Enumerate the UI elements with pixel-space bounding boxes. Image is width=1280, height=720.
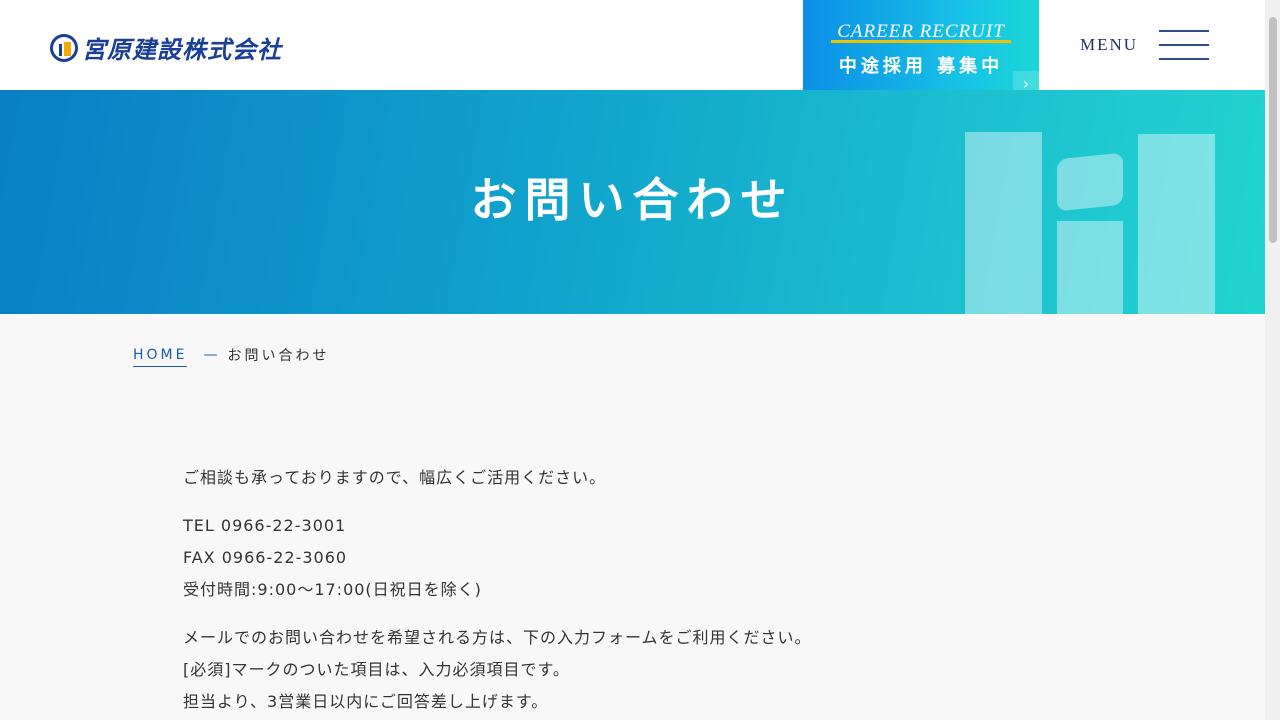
breadcrumb-separator: — xyxy=(203,347,218,363)
breadcrumb-home-link[interactable]: HOME xyxy=(133,347,188,367)
company-logo[interactable]: 宮原建設株式会社 xyxy=(50,30,282,65)
mail-form-note: メールでのお問い合わせを希望される方は、下の入力フォームをご利用ください。 xyxy=(183,628,812,647)
breadcrumb: HOME — お問い合わせ xyxy=(133,345,329,369)
recruit-japanese-title: 中途採用 募集中 xyxy=(838,56,1004,77)
recruit-underline xyxy=(831,40,1011,43)
intro-text: ご相談も承っておりますので、幅広くご活用ください。 xyxy=(183,468,607,487)
business-hours: 受付時間:9:00〜17:00(日祝日を除く) xyxy=(183,580,482,599)
career-recruit-banner[interactable]: CAREER RECRUIT 中途採用 募集中 › xyxy=(803,0,1039,97)
required-fields-note: [必須]マークのついた項目は、入力必須項目です。 xyxy=(183,660,570,679)
page-title: お問い合わせ xyxy=(470,173,795,227)
breadcrumb-current: お問い合わせ xyxy=(227,348,330,364)
menu-label: MENU xyxy=(1080,35,1139,54)
scrollbar-thumb[interactable] xyxy=(1269,17,1277,243)
menu-button[interactable]: MENU xyxy=(1080,28,1212,62)
vertical-scrollbar[interactable] xyxy=(1265,0,1280,720)
hero-decoration-bar-middle xyxy=(1057,221,1123,314)
fax-number: FAX 0966-22-3060 xyxy=(183,548,348,567)
contact-intro: ご相談も承っておりますので、幅広くご活用ください。 TEL 0966-22-30… xyxy=(183,462,1083,718)
page-hero: お問い合わせ xyxy=(0,90,1265,314)
hamburger-icon xyxy=(1159,30,1209,60)
company-logo-icon xyxy=(50,33,78,62)
tel-number[interactable]: TEL 0966-22-3001 xyxy=(183,510,1083,542)
reply-time-note: 担当より、3営業日以内にご回答差し上げます。 xyxy=(183,692,549,711)
company-name: 宮原建設株式会社 xyxy=(82,36,282,64)
site-header: 宮原建設株式会社 MENU xyxy=(0,0,1265,90)
